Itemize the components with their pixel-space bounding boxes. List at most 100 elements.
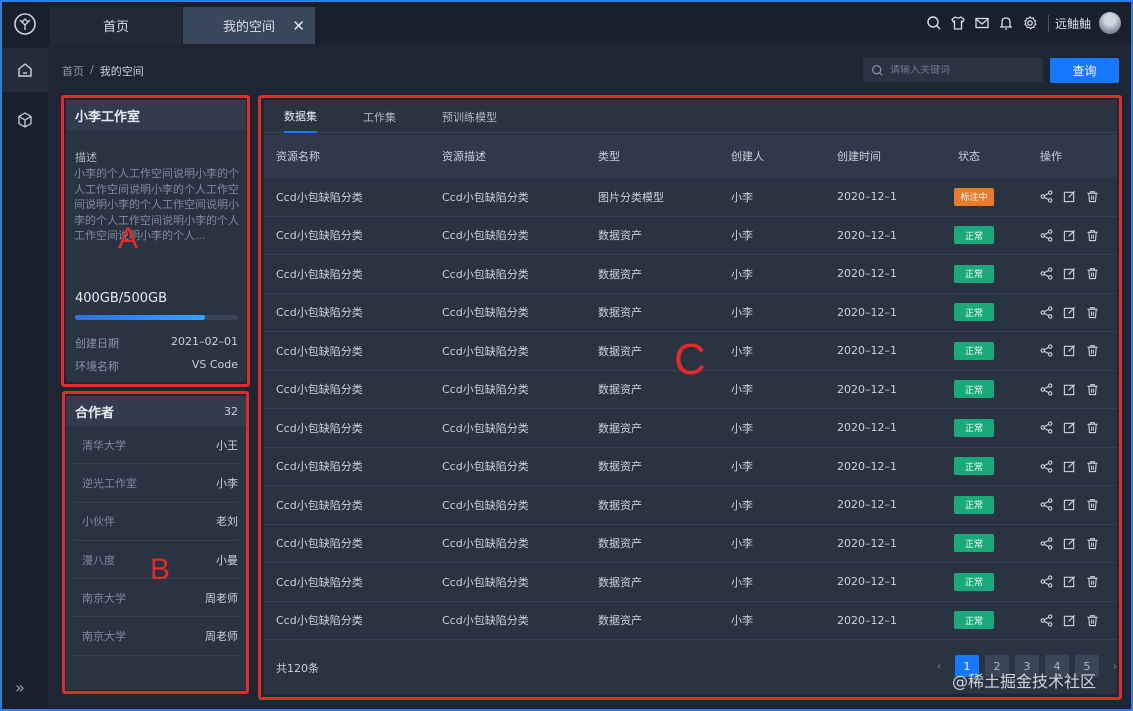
search-input[interactable] [890, 64, 1030, 76]
tab-worksets[interactable]: 工作集 [363, 100, 396, 133]
edit-icon[interactable] [1063, 306, 1076, 319]
table-row[interactable]: Ccd小包缺陷分类 Ccd小包缺陷分类 数据资产 小李 2020–12–1 正常 [264, 602, 1117, 640]
username[interactable]: 远鲉鲉 [1047, 14, 1091, 32]
trash-icon[interactable] [1086, 344, 1099, 357]
trash-icon[interactable] [1086, 537, 1099, 550]
share-icon[interactable] [1040, 383, 1053, 396]
tab-home[interactable]: 首页 [50, 7, 182, 44]
collaborator-row[interactable]: 漫八度 小曼 [74, 541, 238, 580]
shirt-icon[interactable] [950, 15, 966, 31]
resource-name: Ccd小包缺陷分类 [276, 537, 363, 551]
workspace-card: 小李工作室 描述 小李的个人工作空间说明小李的个人工作空间说明小李的个人工作空间… [66, 100, 246, 382]
resource-desc: Ccd小包缺陷分类 [442, 498, 529, 512]
next-page-icon[interactable]: › [1105, 655, 1125, 677]
nav-space-button[interactable] [2, 98, 48, 142]
table-row[interactable]: Ccd小包缺陷分类 Ccd小包缺陷分类 数据资产 小李 2020–12–1 正常 [264, 448, 1117, 486]
edit-icon[interactable] [1063, 460, 1076, 473]
close-icon[interactable]: ✕ [292, 17, 305, 35]
resource-date: 2020–12–1 [837, 305, 897, 319]
edit-icon[interactable] [1063, 344, 1076, 357]
gear-icon[interactable] [1022, 15, 1038, 31]
row-actions [1040, 525, 1099, 563]
share-icon[interactable] [1040, 575, 1053, 588]
resource-date: 2020–12–1 [837, 536, 897, 550]
edit-icon[interactable] [1063, 267, 1076, 280]
collaborator-org: 南京大学 [82, 591, 126, 605]
edit-icon[interactable] [1063, 498, 1076, 511]
trash-icon[interactable] [1086, 190, 1099, 203]
share-icon[interactable] [1040, 190, 1053, 203]
table-row[interactable]: Ccd小包缺陷分类 Ccd小包缺陷分类 数据资产 小李 2020–12–1 正常 [264, 217, 1117, 255]
resource-tabs: 数据集 工作集 预训练模型 [264, 100, 1117, 133]
share-icon[interactable] [1040, 498, 1053, 511]
collaborator-row[interactable]: 逆光工作室 小李 [74, 464, 238, 503]
table-row[interactable]: Ccd小包缺陷分类 Ccd小包缺陷分类 数据资产 小李 2020–12–1 正常 [264, 371, 1117, 409]
table-row[interactable]: Ccd小包缺陷分类 Ccd小包缺陷分类 数据资产 小李 2020–12–1 正常 [264, 294, 1117, 332]
avatar[interactable] [1099, 12, 1121, 34]
status-badge: 正常 [954, 380, 994, 399]
collaborator-row[interactable]: 小伙伴 老刘 [74, 503, 238, 541]
tab-pretrained-models[interactable]: 预训练模型 [442, 100, 497, 133]
trash-icon[interactable] [1086, 306, 1099, 319]
table-row[interactable]: Ccd小包缺陷分类 Ccd小包缺陷分类 图片分类模型 小李 2020–12–1 标注中 [264, 178, 1117, 217]
col-resource-name: 资源名称 [276, 150, 320, 163]
trash-icon[interactable] [1086, 460, 1099, 473]
edit-icon[interactable] [1063, 229, 1076, 242]
collaborator-row[interactable]: 南京大学 周老师 [74, 579, 238, 618]
trash-icon[interactable] [1086, 267, 1099, 280]
edit-icon[interactable] [1063, 614, 1076, 627]
trash-icon[interactable] [1086, 383, 1099, 396]
home-icon [18, 63, 32, 77]
trash-icon[interactable] [1086, 498, 1099, 511]
share-icon[interactable] [1040, 614, 1053, 627]
edit-icon[interactable] [1063, 190, 1076, 203]
nav-home-button[interactable] [2, 48, 48, 92]
row-actions [1040, 332, 1099, 370]
share-icon[interactable] [1040, 306, 1053, 319]
resource-date: 2020–12–1 [837, 459, 897, 473]
share-icon[interactable] [1040, 267, 1053, 280]
resource-type: 数据资产 [598, 498, 642, 512]
trash-icon[interactable] [1086, 229, 1099, 242]
search-box[interactable] [863, 58, 1043, 82]
resource-name: Ccd小包缺陷分类 [276, 498, 363, 512]
collaborator-row[interactable]: 南京大学 周老师 [74, 617, 238, 656]
share-icon[interactable] [1040, 421, 1053, 434]
edit-icon[interactable] [1063, 421, 1076, 434]
edit-icon[interactable] [1063, 383, 1076, 396]
share-icon[interactable] [1040, 344, 1053, 357]
query-button[interactable]: 查询 [1050, 58, 1119, 83]
search-icon[interactable] [926, 15, 942, 31]
table-row[interactable]: Ccd小包缺陷分类 Ccd小包缺陷分类 数据资产 小李 2020–12–1 正常 [264, 255, 1117, 294]
table-row[interactable]: Ccd小包缺陷分类 Ccd小包缺陷分类 数据资产 小李 2020–12–1 正常 [264, 332, 1117, 371]
share-icon[interactable] [1040, 537, 1053, 550]
edit-icon[interactable] [1063, 575, 1076, 588]
collaborator-name: 小李 [216, 476, 238, 490]
workspace-desc-label: 描述 [75, 151, 97, 164]
tab-my-space[interactable]: 我的空间 ✕ [183, 7, 315, 44]
expand-icon[interactable]: » [15, 678, 25, 697]
resource-desc: Ccd小包缺陷分类 [442, 267, 529, 281]
share-icon[interactable] [1040, 229, 1053, 242]
mail-icon[interactable] [974, 15, 990, 31]
breadcrumb-home[interactable]: 首页 [62, 63, 84, 79]
share-icon[interactable] [1040, 460, 1053, 473]
prev-page-icon[interactable]: ‹ [929, 655, 949, 677]
table-row[interactable]: Ccd小包缺陷分类 Ccd小包缺陷分类 数据资产 小李 2020–12–1 正常 [264, 486, 1117, 525]
trash-icon[interactable] [1086, 614, 1099, 627]
col-creator: 创建人 [731, 150, 764, 163]
status-cell: 正常 [954, 486, 994, 524]
table-row[interactable]: Ccd小包缺陷分类 Ccd小包缺陷分类 数据资产 小李 2020–12–1 正常 [264, 409, 1117, 448]
table-row[interactable]: Ccd小包缺陷分类 Ccd小包缺陷分类 数据资产 小李 2020–12–1 正常 [264, 563, 1117, 602]
collaborator-name: 老刘 [216, 515, 238, 529]
resource-creator: 小李 [731, 383, 753, 397]
trash-icon[interactable] [1086, 421, 1099, 434]
status-cell: 正常 [954, 371, 994, 409]
collaborator-row[interactable]: 清华大学 小王 [74, 426, 238, 465]
env-name-row: 环境名称 VS Code [75, 358, 238, 374]
trash-icon[interactable] [1086, 575, 1099, 588]
tab-datasets[interactable]: 数据集 [284, 100, 317, 133]
table-row[interactable]: Ccd小包缺陷分类 Ccd小包缺陷分类 数据资产 小李 2020–12–1 正常 [264, 525, 1117, 563]
edit-icon[interactable] [1063, 537, 1076, 550]
bell-icon[interactable] [998, 15, 1014, 31]
